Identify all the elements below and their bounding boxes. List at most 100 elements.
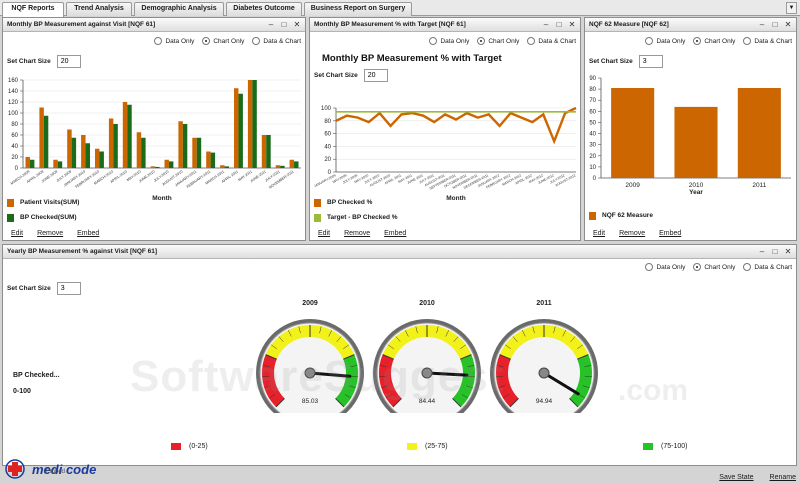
bar (57, 161, 63, 168)
panel-title: NQF 62 Measure [NQF 62] (589, 21, 669, 28)
bar (108, 118, 114, 168)
gauge-year-label: 2010 (419, 300, 435, 307)
chart-size-input[interactable] (56, 282, 81, 295)
radio-data-only[interactable]: Data Only (645, 37, 685, 45)
bar (611, 88, 655, 178)
x-axis-title: Month (152, 195, 172, 202)
set-chart-size-label: Set Chart Size (7, 285, 51, 292)
close-icon[interactable]: ✕ (292, 20, 302, 30)
bar (220, 165, 225, 168)
tab-trend-analysis[interactable]: Trend Analysis (66, 2, 132, 16)
gauge-year-label: 2009 (302, 300, 318, 307)
remove-link[interactable]: Remove (37, 230, 63, 237)
radio-data-only[interactable]: Data Only (645, 263, 685, 271)
x-tick-label: 2010 (689, 182, 704, 189)
bar (275, 165, 281, 168)
chart-size-input[interactable] (56, 55, 81, 68)
set-chart-size: Set Chart Size (7, 282, 81, 295)
remove-link[interactable]: Remove (619, 230, 645, 237)
radio-chart-only[interactable]: Chart Only (693, 263, 735, 271)
bar (99, 151, 104, 168)
bar (127, 104, 132, 168)
radio-data-and-chart[interactable]: Data & Chart (743, 37, 792, 45)
radio-chart-only[interactable]: Chart Only (202, 37, 244, 45)
panel-title: Monthly BP Measurement against Visit [NQ… (7, 21, 156, 28)
radio-chart-only[interactable]: Chart Only (693, 37, 735, 45)
radio-data-and-chart[interactable]: Data & Chart (527, 37, 576, 45)
close-icon[interactable]: ✕ (783, 20, 793, 30)
y-tick-label: 80 (324, 119, 331, 125)
close-icon[interactable]: ✕ (783, 247, 793, 257)
bar (29, 159, 35, 168)
logo-icon (5, 459, 25, 479)
panel-actions: Edit Remove Embed (11, 230, 99, 237)
legend-item: Patient Visits(SUM) (7, 195, 79, 210)
y-tick-label: 40 (589, 132, 596, 138)
radio-data-only[interactable]: Data Only (429, 37, 469, 45)
y-tick-label: 90 (589, 76, 596, 82)
bar (192, 137, 197, 168)
bar (136, 132, 142, 168)
edit-link[interactable]: Edit (11, 230, 23, 237)
rename-link[interactable]: Rename (770, 474, 796, 481)
y-tick-label: 80 (11, 122, 18, 128)
y-tick-label: 40 (324, 144, 331, 150)
edit-link[interactable]: Edit (318, 230, 330, 237)
maximize-icon[interactable]: □ (279, 20, 289, 30)
legend-item-high: (75-100) (643, 443, 687, 450)
footer-actions: Save State Rename (719, 474, 796, 481)
bar (71, 137, 77, 168)
y-tick-label: 140 (8, 89, 19, 95)
set-chart-size-label: Set Chart Size (7, 58, 51, 65)
set-chart-size-label: Set Chart Size (589, 58, 633, 65)
bar (266, 135, 271, 168)
x-tick-label: 2011 (752, 182, 766, 189)
radio-data-only[interactable]: Data Only (154, 37, 194, 45)
tab-demographic-analysis[interactable]: Demographic Analysis (134, 2, 224, 16)
set-chart-size: Set Chart Size (7, 55, 81, 68)
panel-nqf-62-measure: NQF 62 Measure [NQF 62] – □ ✕ Data Only … (584, 17, 797, 241)
chevron-down-icon[interactable]: ▼ (786, 2, 797, 14)
chart-size-input[interactable] (638, 55, 663, 68)
view-mode-radios: Data Only Chart Only Data & Chart (429, 37, 576, 45)
x-axis-title: Year (689, 189, 703, 196)
radio-data-and-chart[interactable]: Data & Chart (252, 37, 301, 45)
save-state-link[interactable]: Save State (719, 474, 753, 481)
tab-business-report-on-surgery[interactable]: Business Report on Surgery (304, 2, 412, 16)
legend-item: BP Checked(SUM) (7, 210, 79, 225)
bar (168, 161, 174, 168)
series-line (335, 106, 577, 145)
edit-link[interactable]: Edit (593, 230, 605, 237)
radio-data-and-chart[interactable]: Data & Chart (743, 263, 792, 271)
tab-diabetes-outcome[interactable]: Diabetes Outcome (226, 2, 302, 16)
panel-monthly-bp-vs-visit: Monthly BP Measurement against Visit [NQ… (2, 17, 306, 241)
bar (252, 80, 257, 168)
embed-link[interactable]: Embed (77, 230, 99, 237)
bar (25, 157, 30, 168)
maximize-icon[interactable]: □ (770, 20, 780, 30)
close-icon[interactable]: ✕ (567, 20, 577, 30)
bar (674, 106, 718, 178)
bar (85, 143, 90, 168)
remove-link[interactable]: Remove (344, 230, 370, 237)
minimize-icon[interactable]: – (757, 247, 767, 257)
view-mode-radios: Data Only Chart Only Data & Chart (645, 263, 792, 271)
tab-nqf-reports[interactable]: NQF Reports (2, 2, 64, 17)
minimize-icon[interactable]: – (266, 20, 276, 30)
embed-link[interactable]: Embed (659, 230, 681, 237)
legend-item: Target - BP Checked % (314, 210, 398, 225)
maximize-icon[interactable]: □ (770, 247, 780, 257)
radio-chart-only[interactable]: Chart Only (477, 37, 519, 45)
embed-link[interactable]: Embed (384, 230, 406, 237)
panel-header: NQF 62 Measure [NQF 62] – □ ✕ (585, 18, 796, 32)
bar (294, 161, 299, 168)
panel-header: Monthly BP Measurement against Visit [NQ… (3, 18, 305, 32)
minimize-icon[interactable]: – (757, 20, 767, 30)
chart-monthly-bp-pct-target: Monthly BP Measurement % with Target0204… (313, 53, 577, 202)
bar (238, 93, 243, 168)
maximize-icon[interactable]: □ (554, 20, 564, 30)
y-tick-label: 60 (589, 109, 596, 115)
chart-legend: NQF 62 Measure (589, 208, 653, 223)
minimize-icon[interactable]: – (541, 20, 551, 30)
y-tick-label: 0 (593, 176, 597, 182)
